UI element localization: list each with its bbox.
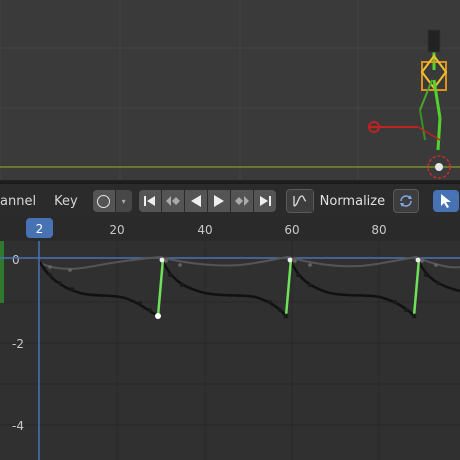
viewport-grid: [0, 0, 460, 181]
chevron-down-icon: ▾: [121, 196, 126, 206]
keying-toggle[interactable]: [92, 190, 115, 212]
3d-viewport[interactable]: [0, 0, 460, 181]
next-keyframe-icon: [234, 196, 249, 206]
frame-grid: [116, 241, 380, 460]
jump-end-button[interactable]: [253, 190, 276, 212]
channel-color-strip: [0, 241, 4, 303]
graph-canvas[interactable]: 20 40 60 80 0 -2 -4 2: [0, 217, 460, 460]
graph-editor-header: annel Key ▾ Normalize: [0, 183, 460, 218]
play-icon: [213, 195, 224, 207]
play-reverse-icon: [190, 195, 201, 207]
value-tick-label: -2: [12, 337, 24, 351]
sync-button[interactable]: [393, 189, 420, 213]
key-menu[interactable]: Key: [45, 184, 87, 218]
prev-keyframe-icon: [165, 196, 180, 206]
jump-start-button[interactable]: [138, 190, 161, 212]
sync-icon: [400, 195, 413, 207]
value-tick-label: -4: [12, 419, 24, 433]
frame-tick-label: 60: [284, 223, 299, 237]
play-reverse-button[interactable]: [184, 190, 207, 212]
channel-menu[interactable]: annel: [0, 184, 45, 218]
frame-ruler[interactable]: [0, 217, 460, 241]
selected-curve[interactable]: [38, 258, 460, 318]
selected-curve-keyframes[interactable]: [48, 257, 440, 319]
circle-icon: [97, 194, 111, 208]
jump-end-icon: [259, 196, 271, 206]
frame-tick-label: 20: [109, 223, 124, 237]
jump-start-icon: [143, 196, 155, 206]
unselected-curves[interactable]: [39, 255, 460, 270]
frame-tick-label: 40: [197, 223, 212, 237]
frame-tick-label: 80: [371, 223, 386, 237]
normalize-label[interactable]: Normalize: [320, 194, 385, 209]
prev-keyframe-button[interactable]: [161, 190, 184, 212]
select-tool-button[interactable]: [433, 190, 460, 212]
next-keyframe-button[interactable]: [230, 190, 253, 212]
value-grid: [0, 301, 460, 426]
graph-editor-area[interactable]: 20 40 60 80 0 -2 -4 2: [0, 217, 460, 460]
current-frame-label: 2: [36, 222, 44, 236]
normalize-curve-icon: [292, 195, 306, 207]
armature-rig[interactable]: [368, 29, 451, 179]
select-cursor-icon: [441, 194, 452, 208]
value-tick-label: 0: [12, 253, 20, 267]
play-button[interactable]: [207, 190, 230, 212]
normalize-toggle[interactable]: [285, 189, 314, 213]
keying-set-dropdown[interactable]: ▾: [115, 190, 132, 212]
